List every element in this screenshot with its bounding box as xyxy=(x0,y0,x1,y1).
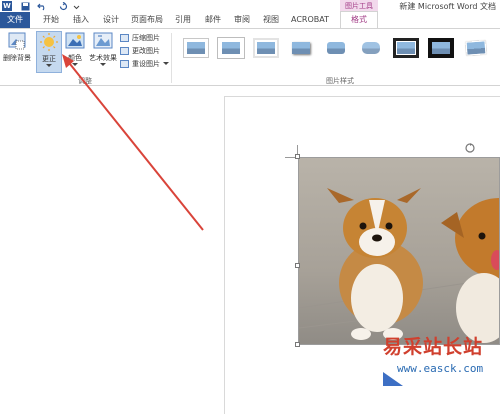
picture-style-3[interactable] xyxy=(253,38,279,58)
picture-style-2[interactable] xyxy=(218,38,244,58)
selected-picture[interactable] xyxy=(298,157,500,345)
artistic-effects-icon xyxy=(93,32,113,49)
change-picture-button[interactable]: 更改图片 xyxy=(120,46,160,56)
artistic-dropdown-icon xyxy=(100,63,106,66)
artistic-effects-label: 艺术效果 xyxy=(89,54,117,62)
corrections-dropdown-icon xyxy=(46,64,52,67)
group-divider xyxy=(171,33,172,83)
compress-label: 压缩图片 xyxy=(132,34,160,42)
color-picture-icon xyxy=(65,32,85,49)
resize-handle-bottom-left[interactable] xyxy=(295,342,300,347)
title-bar: W 图片工具 新建 Microsoft Word 文档 xyxy=(0,0,500,12)
undo-icon[interactable] xyxy=(36,1,48,11)
tab-mailings[interactable]: 邮件 xyxy=(200,12,226,28)
picture-style-6[interactable] xyxy=(358,38,384,58)
tab-file[interactable]: 文件 xyxy=(0,12,30,28)
save-icon[interactable] xyxy=(20,1,30,11)
picture-styles-gallery xyxy=(177,32,500,72)
remove-background-icon xyxy=(8,32,26,50)
picture-style-4[interactable] xyxy=(288,38,314,58)
artistic-effects-button[interactable]: 艺术效果 xyxy=(88,31,118,67)
corrections-sun-icon xyxy=(40,33,58,51)
color-label: 颜色 xyxy=(68,54,82,62)
reset-picture-button[interactable]: 重设图片 xyxy=(120,59,169,69)
tab-review[interactable]: 审阅 xyxy=(229,12,255,28)
site-watermark: 易采站长站 www.easck.com xyxy=(383,332,500,414)
picture-style-7[interactable] xyxy=(393,38,419,58)
picture-styles-group-label: 图片样式 xyxy=(326,77,354,85)
color-dropdown-icon xyxy=(72,63,78,66)
tab-acrobat[interactable]: ACROBAT xyxy=(288,12,332,28)
watermark-url: www.easck.com xyxy=(397,362,484,375)
customize-toolbar-icon[interactable] xyxy=(72,1,80,11)
tab-design[interactable]: 设计 xyxy=(98,12,124,28)
picture-style-1[interactable] xyxy=(183,38,209,58)
redo-icon[interactable] xyxy=(58,1,68,11)
tab-insert[interactable]: 插入 xyxy=(68,12,94,28)
reset-picture-label: 重设图片 xyxy=(132,60,160,68)
word-app-icon: W xyxy=(2,1,12,11)
tab-home[interactable]: 开始 xyxy=(38,12,64,28)
document-title: 新建 Microsoft Word 文档 xyxy=(399,2,496,11)
watermark-title: 易采站长站 xyxy=(383,336,484,358)
tab-view[interactable]: 视图 xyxy=(258,12,284,28)
puppies-photo xyxy=(299,158,499,344)
picture-style-9[interactable] xyxy=(463,38,489,58)
change-picture-label: 更改图片 xyxy=(132,47,160,55)
tab-references[interactable]: 引用 xyxy=(170,12,196,28)
change-picture-icon xyxy=(120,47,129,55)
ribbon-tabs: 文件 开始 插入 设计 页面布局 引用 邮件 审阅 视图 ACROBAT 格式 xyxy=(0,11,500,28)
adjust-group-label: 调整 xyxy=(78,77,92,85)
reset-dropdown-icon xyxy=(163,62,169,65)
remove-background-label: 删除背景 xyxy=(3,54,31,62)
corrections-button[interactable]: 更正 xyxy=(36,31,62,73)
compress-pictures-button[interactable]: 压缩图片 xyxy=(120,33,160,43)
color-button[interactable]: 颜色 xyxy=(64,31,86,67)
remove-background-button[interactable]: 删除背景 xyxy=(2,31,32,63)
tab-format[interactable]: 格式 xyxy=(340,11,378,28)
resize-handle-top-left[interactable] xyxy=(295,154,300,159)
corrections-label: 更正 xyxy=(42,55,56,63)
compress-icon xyxy=(120,34,129,42)
picture-style-5[interactable] xyxy=(323,38,349,58)
rotate-handle[interactable] xyxy=(464,142,476,154)
resize-handle-middle-left[interactable] xyxy=(295,263,300,268)
picture-style-8[interactable] xyxy=(428,38,454,58)
reset-picture-icon xyxy=(120,60,129,68)
ribbon: 删除背景 更正 颜色 艺术效果 压缩图片 更改图片 重设图片 调整 图片样式 xyxy=(0,28,500,86)
tab-page-layout[interactable]: 页面布局 xyxy=(128,12,166,28)
